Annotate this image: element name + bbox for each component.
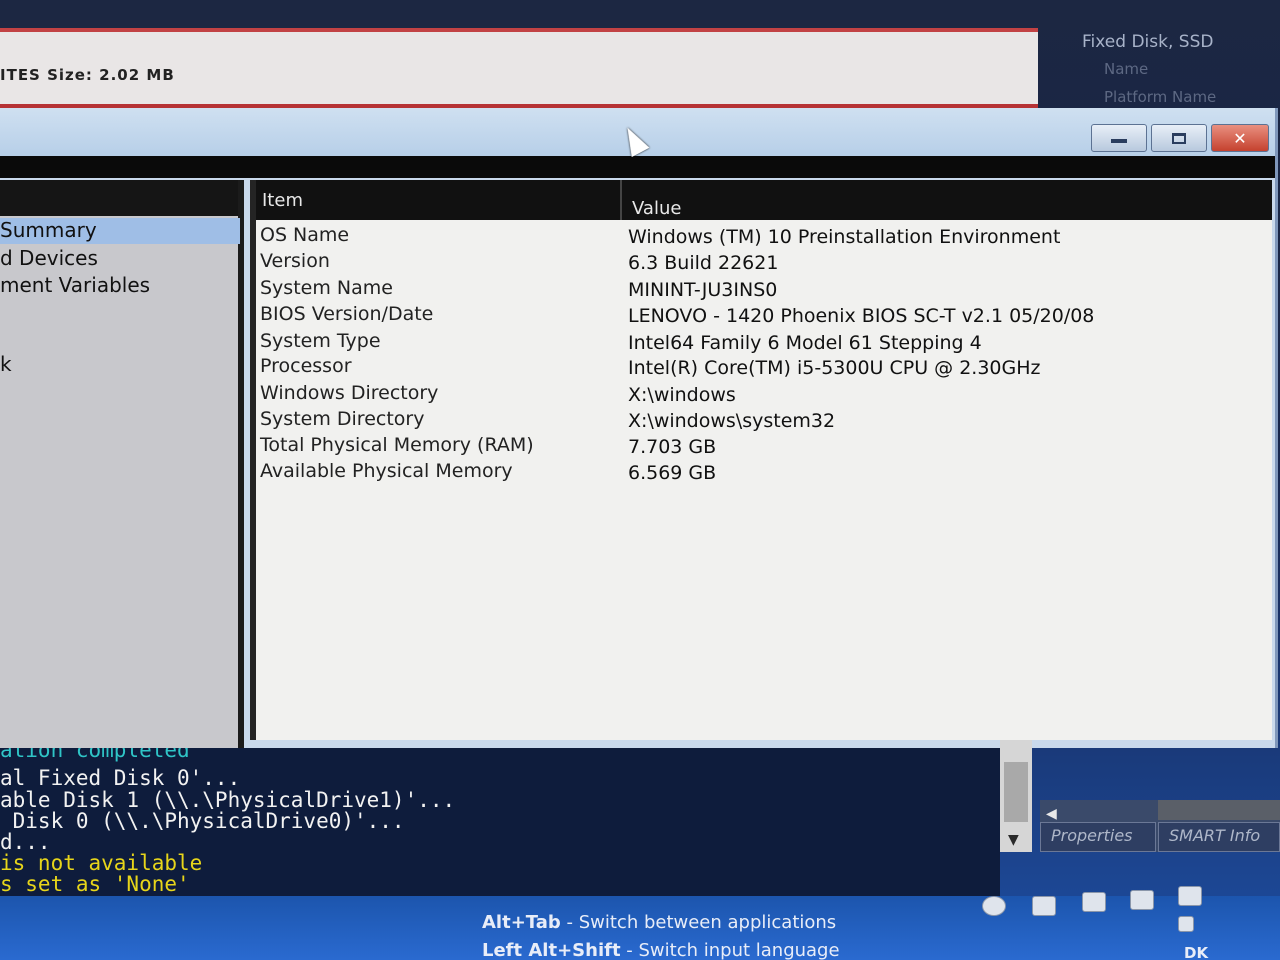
table-row[interactable]: Processor Intel(R) Core(TM) i5-5300U CPU …: [256, 355, 1272, 381]
hint-text: - Switch input language: [620, 940, 840, 960]
console-line: able Disk 1 (\\.\PhysicalDrive1)'...: [0, 788, 456, 812]
row-value: Windows (TM) 10 Preinstallation Environm…: [628, 226, 1061, 248]
system-information-window: ✕ Summary d Devices ment Variables k Ite…: [0, 108, 1278, 748]
console-line: Disk 0 (\\.\PhysicalDrive0)'...: [0, 809, 405, 833]
row-value: 6.3 Build 22621: [628, 252, 779, 274]
toolbar-area: [0, 156, 1275, 178]
row-item: Available Physical Memory: [260, 460, 513, 482]
row-item: Windows Directory: [260, 382, 439, 404]
row-item: OS Name: [260, 224, 350, 246]
tray-computer-icon[interactable]: [1082, 892, 1106, 912]
table-row[interactable]: BIOS Version/Date LENOVO - 1420 Phoenix B…: [256, 303, 1272, 329]
disk-name-label: Name: [1104, 60, 1149, 78]
scrollbar-thumb[interactable]: [1004, 762, 1028, 822]
category-tree: Summary d Devices ment Variables k: [0, 180, 244, 748]
console-scrollbar[interactable]: ▼: [1000, 740, 1032, 852]
row-value: X:\windows\system32: [628, 410, 836, 432]
tray-settings-icon[interactable]: [1178, 886, 1202, 906]
tray-network-icon[interactable]: [1130, 890, 1154, 910]
table-row[interactable]: Available Physical Memory 6.569 GB: [256, 460, 1272, 486]
scroll-down-icon[interactable]: ▼: [1008, 832, 1019, 848]
disk-type-label: Fixed Disk, SSD: [1082, 32, 1214, 52]
row-item: BIOS Version/Date: [260, 303, 434, 325]
close-icon: ✕: [1233, 128, 1247, 148]
tree-item-system-summary[interactable]: Summary: [0, 218, 240, 244]
background-window-title: ITES Size: 2.02 MB: [0, 66, 175, 84]
hint-switch-apps: Alt+Tab - Switch between applications: [482, 912, 836, 933]
maximize-icon: [1172, 132, 1186, 144]
console-line: d...: [0, 830, 51, 854]
column-separator[interactable]: [620, 180, 622, 220]
disk-tools-panel: ◀ Properties SMART Info: [1040, 800, 1280, 852]
table-row[interactable]: System Name MININT-JU3INS0: [256, 277, 1272, 303]
table-row[interactable]: System Type Intel64 Family 6 Model 61 Ste…: [256, 330, 1272, 356]
minimize-button[interactable]: [1091, 124, 1147, 152]
disk-info-panel: Fixed Disk, SSD Name Platform Name: [1060, 26, 1280, 116]
column-header-value[interactable]: Value: [632, 198, 681, 219]
taskbar: Alt+Tab - Switch between applications Le…: [0, 886, 1280, 960]
list-header: Item Value: [256, 180, 1272, 220]
tree-item-environment-variables[interactable]: ment Variables: [0, 273, 240, 299]
tray-keyboard-icon[interactable]: [1178, 916, 1194, 932]
table-row[interactable]: Version 6.3 Build 22621: [256, 250, 1272, 276]
table-row[interactable]: Windows Directory X:\windows: [256, 382, 1272, 408]
row-item: Version: [260, 250, 330, 272]
tree-item-network[interactable]: k: [0, 352, 240, 378]
row-value: Intel(R) Core(TM) i5-5300U CPU @ 2.30GHz: [628, 357, 1041, 379]
hint-key: Left Alt+Shift: [482, 940, 621, 960]
minimize-icon: [1111, 139, 1127, 143]
table-row[interactable]: Total Physical Memory (RAM) 7.703 GB: [256, 434, 1272, 460]
console-line: s set as 'None': [0, 872, 190, 896]
column-header-item[interactable]: Item: [262, 190, 303, 211]
row-item: Processor: [260, 355, 352, 377]
platform-name-label: Platform Name: [1104, 88, 1217, 106]
console-line: al Fixed Disk 0'...: [0, 766, 241, 790]
hint-switch-language: Left Alt+Shift - Switch input language: [482, 940, 840, 960]
row-value: 6.569 GB: [628, 462, 717, 484]
row-value: 7.703 GB: [628, 436, 717, 458]
row-value: Intel64 Family 6 Model 61 Stepping 4: [628, 332, 982, 354]
console-line: ation completed: [0, 748, 190, 762]
disk-tools-strip: [1158, 800, 1280, 820]
console-output[interactable]: ation completed al Fixed Disk 0'... able…: [0, 748, 1000, 896]
background-window[interactable]: ITES Size: 2.02 MB: [0, 28, 1038, 110]
row-item: System Name: [260, 277, 393, 299]
row-value: LENOVO - 1420 Phoenix BIOS SC-T v2.1 05/…: [628, 305, 1095, 327]
tray-disc-icon[interactable]: [982, 896, 1006, 916]
details-list: Item Value OS Name Windows (TM) 10 Preins…: [250, 180, 1272, 740]
tree-header: [0, 180, 238, 216]
close-button[interactable]: ✕: [1211, 124, 1269, 152]
hint-key: Alt+Tab: [482, 912, 561, 933]
table-row[interactable]: OS Name Windows (TM) 10 Preinstallation E…: [256, 224, 1272, 250]
row-value: MININT-JU3INS0: [628, 279, 778, 301]
properties-button[interactable]: Properties: [1040, 822, 1156, 852]
window-controls: ✕: [1091, 124, 1269, 152]
smart-info-button[interactable]: SMART Info: [1158, 822, 1280, 852]
table-row[interactable]: System Directory X:\windows\system32: [256, 408, 1272, 434]
row-value: X:\windows: [628, 384, 736, 406]
maximize-button[interactable]: [1151, 124, 1207, 152]
row-item: Total Physical Memory (RAM): [260, 434, 534, 456]
row-item: System Directory: [260, 408, 425, 430]
input-language-indicator[interactable]: DK: [1184, 944, 1208, 960]
row-item: System Type: [260, 330, 381, 352]
tree-item-devices[interactable]: d Devices: [0, 246, 240, 272]
hint-text: - Switch between applications: [560, 912, 837, 933]
console-line: is not available: [0, 851, 203, 875]
tray-folder-icon[interactable]: [1032, 896, 1056, 916]
scroll-left-icon[interactable]: ◀: [1046, 806, 1057, 822]
